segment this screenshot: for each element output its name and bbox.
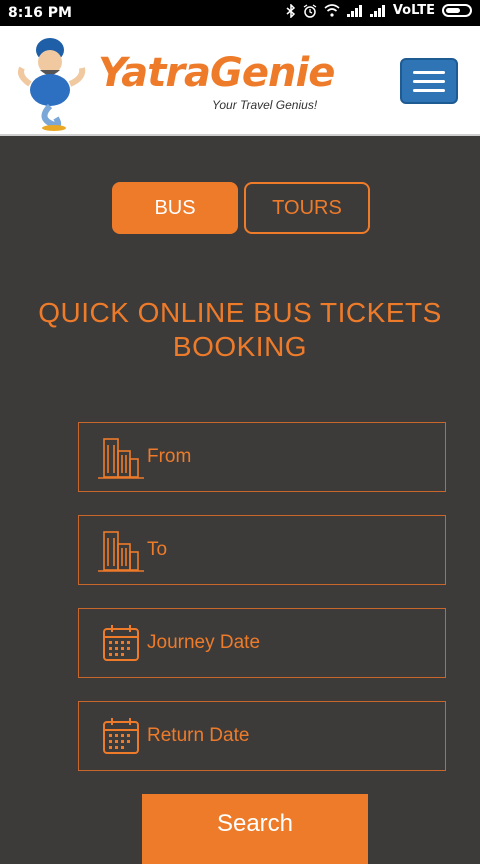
building-icon	[97, 526, 145, 574]
to-placeholder: To	[147, 539, 168, 560]
status-icons: VoLTE	[286, 3, 472, 18]
page-title-line2: BOOKING	[172, 331, 308, 362]
to-field[interactable]: To	[78, 515, 446, 585]
app-header: YatraGenie Your Travel Genius!	[0, 26, 480, 136]
journey-date-field[interactable]: Journey Date	[78, 608, 446, 678]
page-title-line1: QUICK ONLINE BUS TICKETS	[38, 297, 442, 328]
hamburger-icon-bar	[413, 79, 445, 83]
logo[interactable]: YatraGenie Your Travel Genius!	[14, 32, 364, 132]
bluetooth-icon	[286, 3, 295, 18]
tab-bus[interactable]: BUS	[112, 182, 238, 234]
genie-mascot-icon	[18, 38, 86, 131]
alarm-icon	[303, 3, 317, 18]
status-time: 8:16 PM	[8, 5, 72, 21]
hamburger-icon	[413, 70, 445, 74]
mode-tabs: BUS TOURS	[112, 182, 370, 234]
calendar-icon	[97, 619, 145, 667]
hamburger-icon-bar	[413, 88, 445, 92]
return-date-placeholder: Return Date	[147, 725, 250, 746]
brand-name: YatraGenie	[98, 50, 335, 96]
menu-button[interactable]	[400, 58, 458, 104]
from-field[interactable]: From	[78, 422, 446, 492]
return-date-field[interactable]: Return Date	[78, 701, 446, 771]
tab-tours[interactable]: TOURS	[244, 182, 370, 234]
network-type-label: VoLTE	[392, 3, 435, 18]
wifi-icon	[324, 4, 340, 17]
journey-date-placeholder: Journey Date	[147, 632, 261, 653]
signal-icon-sim1	[346, 4, 362, 17]
from-placeholder: From	[147, 446, 192, 467]
calendar-icon	[97, 712, 145, 760]
page-title: QUICK ONLINE BUS TICKETS BOOKING	[0, 296, 480, 364]
battery-icon	[442, 4, 472, 17]
brand-tagline: Your Travel Genius!	[212, 98, 318, 112]
building-icon	[97, 433, 145, 481]
status-bar: 8:16 PM VoLTE	[0, 0, 480, 26]
signal-icon-sim2	[369, 4, 385, 17]
